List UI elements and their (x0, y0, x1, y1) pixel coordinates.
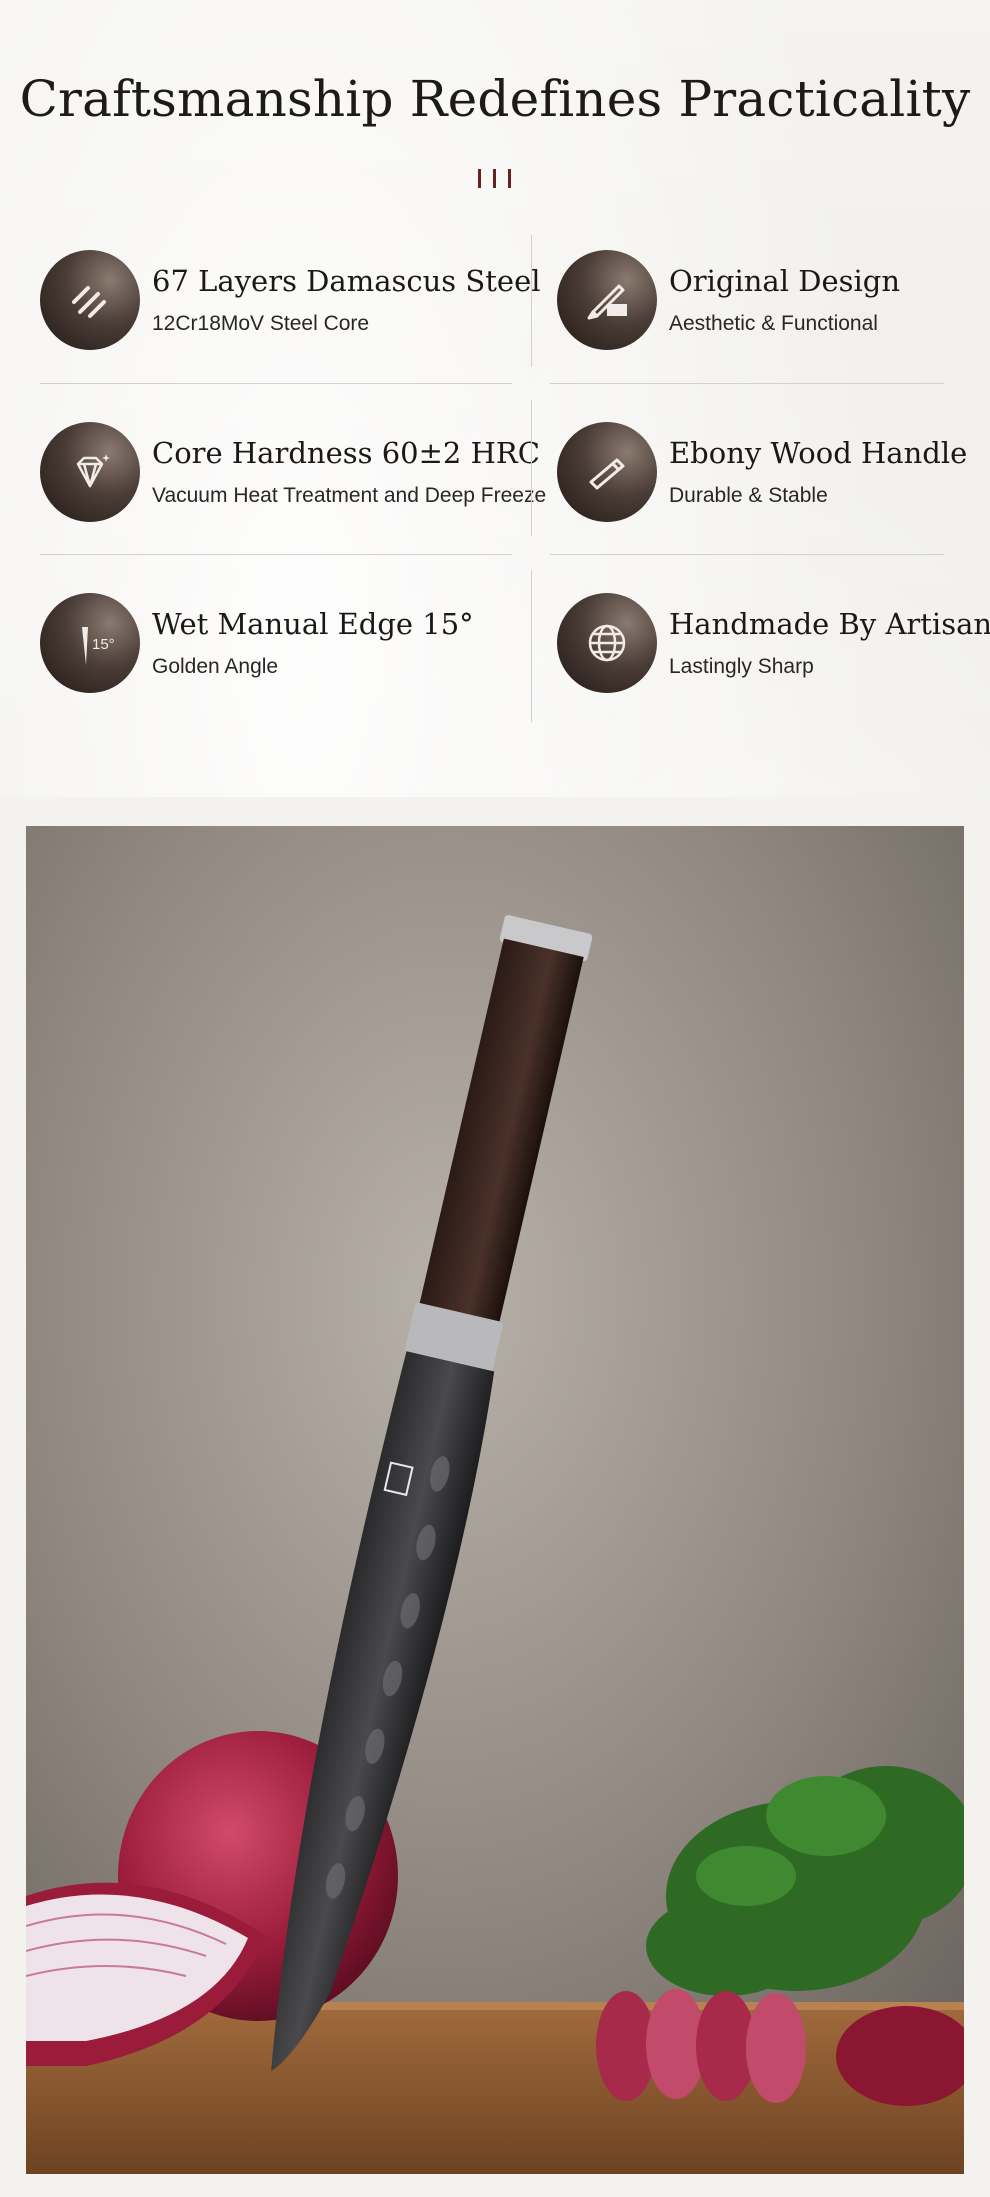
feature-handmade: Handmade By Artisans Lastingly Sharp (557, 593, 990, 713)
row-divider (40, 554, 512, 555)
row-divider (550, 383, 944, 384)
row-divider (550, 554, 944, 555)
feature-original-design: Original Design Aesthetic & Functional (557, 250, 977, 370)
feature-ebony-handle: Ebony Wood Handle Durable & Stable (557, 422, 977, 542)
globe-icon (557, 593, 657, 693)
diamond-icon (40, 422, 140, 522)
product-photo (26, 826, 964, 2174)
feature-subtitle: Vacuum Heat Treatment and Deep Freeze (152, 484, 547, 507)
features-section: Craftsmanship Redefines Practicality 67 … (0, 0, 990, 790)
title-divider-mark (478, 169, 512, 189)
feature-title: 67 Layers Damascus Steel (152, 264, 541, 298)
feature-subtitle: Durable & Stable (669, 484, 828, 507)
column-divider (531, 400, 532, 536)
feature-title: Core Hardness 60±2 HRC (152, 436, 540, 470)
feature-title: Handmade By Artisans (669, 607, 990, 641)
feature-title: Wet Manual Edge 15° (152, 607, 474, 641)
blade-angle-icon: 15° (40, 593, 140, 693)
svg-text:15°: 15° (92, 636, 115, 653)
row-divider (40, 383, 512, 384)
feature-title: Original Design (669, 264, 901, 298)
feature-subtitle: 12Cr18MoV Steel Core (152, 312, 370, 335)
column-divider (531, 235, 532, 367)
design-pen-icon (557, 250, 657, 350)
feature-manual-edge: 15° Wet Manual Edge 15° Golden Angle (40, 593, 520, 713)
knife-handle-icon (557, 422, 657, 522)
feature-subtitle: Golden Angle (152, 655, 279, 678)
page-title: Craftsmanship Redefines Practicality (19, 70, 971, 128)
feature-damascus-steel: 67 Layers Damascus Steel 12Cr18MoV Steel… (40, 250, 541, 370)
damascus-lines-icon (40, 250, 140, 350)
feature-title: Ebony Wood Handle (669, 436, 968, 470)
feature-subtitle: Aesthetic & Functional (669, 312, 878, 335)
feature-core-hardness: Core Hardness 60±2 HRC Vacuum Heat Treat… (40, 422, 546, 542)
column-divider (531, 570, 532, 722)
feature-subtitle: Lastingly Sharp (669, 655, 814, 678)
